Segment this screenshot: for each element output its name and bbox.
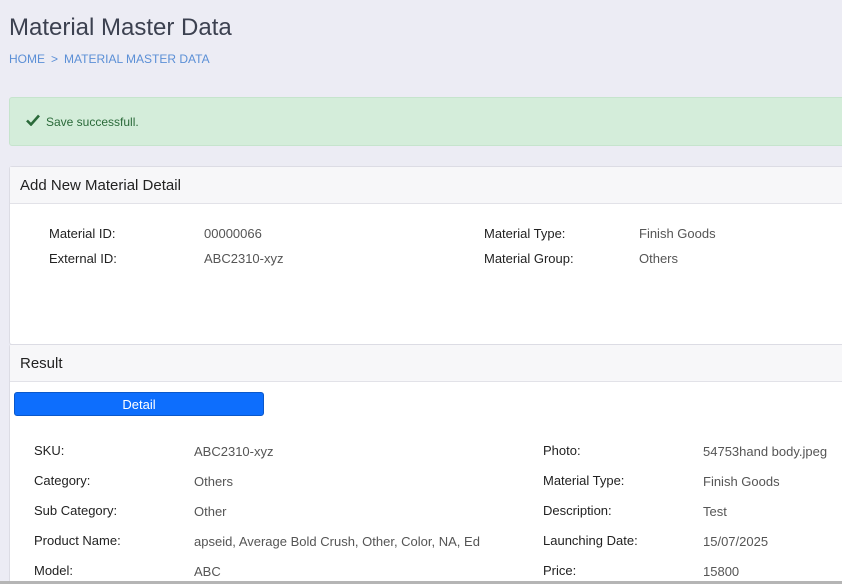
product-name-label: Product Name: xyxy=(34,533,121,548)
material-type-value: Finish Goods xyxy=(639,226,716,241)
page-title: Material Master Data xyxy=(9,14,232,41)
breadcrumb-home[interactable]: HOME xyxy=(9,52,45,66)
material-id-label: Material ID: xyxy=(49,226,116,241)
sub-category-value: Other xyxy=(194,504,227,519)
material-group-label: Material Group: xyxy=(484,251,574,266)
sku-label: SKU: xyxy=(34,443,65,458)
card-header-title: Add New Material Detail xyxy=(10,167,842,204)
breadcrumb-current[interactable]: MATERIAL MASTER DATA xyxy=(64,52,210,66)
model-label: Model: xyxy=(34,563,74,578)
result-material-type-value: Finish Goods xyxy=(703,474,780,489)
alert-message: Save successfull. xyxy=(46,114,139,129)
launching-date-value: 15/07/2025 xyxy=(703,534,769,549)
result-material-type-label: Material Type: xyxy=(543,473,625,488)
external-id-label: External ID: xyxy=(49,251,117,266)
price-label: Price: xyxy=(543,563,577,578)
result-card-title: Result xyxy=(10,345,842,382)
breadcrumb: HOME > MATERIAL MASTER DATA xyxy=(9,52,210,66)
sku-value: ABC2310-xyz xyxy=(194,444,274,459)
sub-category-label: Sub Category: xyxy=(34,503,118,518)
result-card: Result SKU: ABC2310-xyz Category: Others… xyxy=(9,344,842,584)
price-value: 15800 xyxy=(703,564,740,579)
photo-value[interactable]: 54753hand body.jpeg xyxy=(703,444,827,459)
material-group-value: Others xyxy=(639,251,679,266)
product-name-value: apseid, Average Bold Crush, Other, Color… xyxy=(194,534,480,549)
breadcrumb-separator: > xyxy=(51,52,59,66)
category-label: Category: xyxy=(34,473,91,488)
launching-date-label: Launching Date: xyxy=(543,533,638,548)
check-icon xyxy=(26,114,46,129)
material-id-value: 00000066 xyxy=(204,226,262,241)
category-value: Others xyxy=(194,474,234,489)
material-type-label: Material Type: xyxy=(484,226,566,241)
model-value: ABC xyxy=(194,564,221,579)
description-value: Test xyxy=(703,504,727,519)
success-alert: Save successfull. xyxy=(9,97,842,146)
photo-label: Photo: xyxy=(543,443,581,458)
external-id-value: ABC2310-xyz xyxy=(204,251,284,266)
add-material-card: Add New Material Detail Material ID: 000… xyxy=(9,166,842,345)
description-label: Description: xyxy=(543,503,612,518)
detail-button[interactable]: Detail xyxy=(14,392,264,416)
